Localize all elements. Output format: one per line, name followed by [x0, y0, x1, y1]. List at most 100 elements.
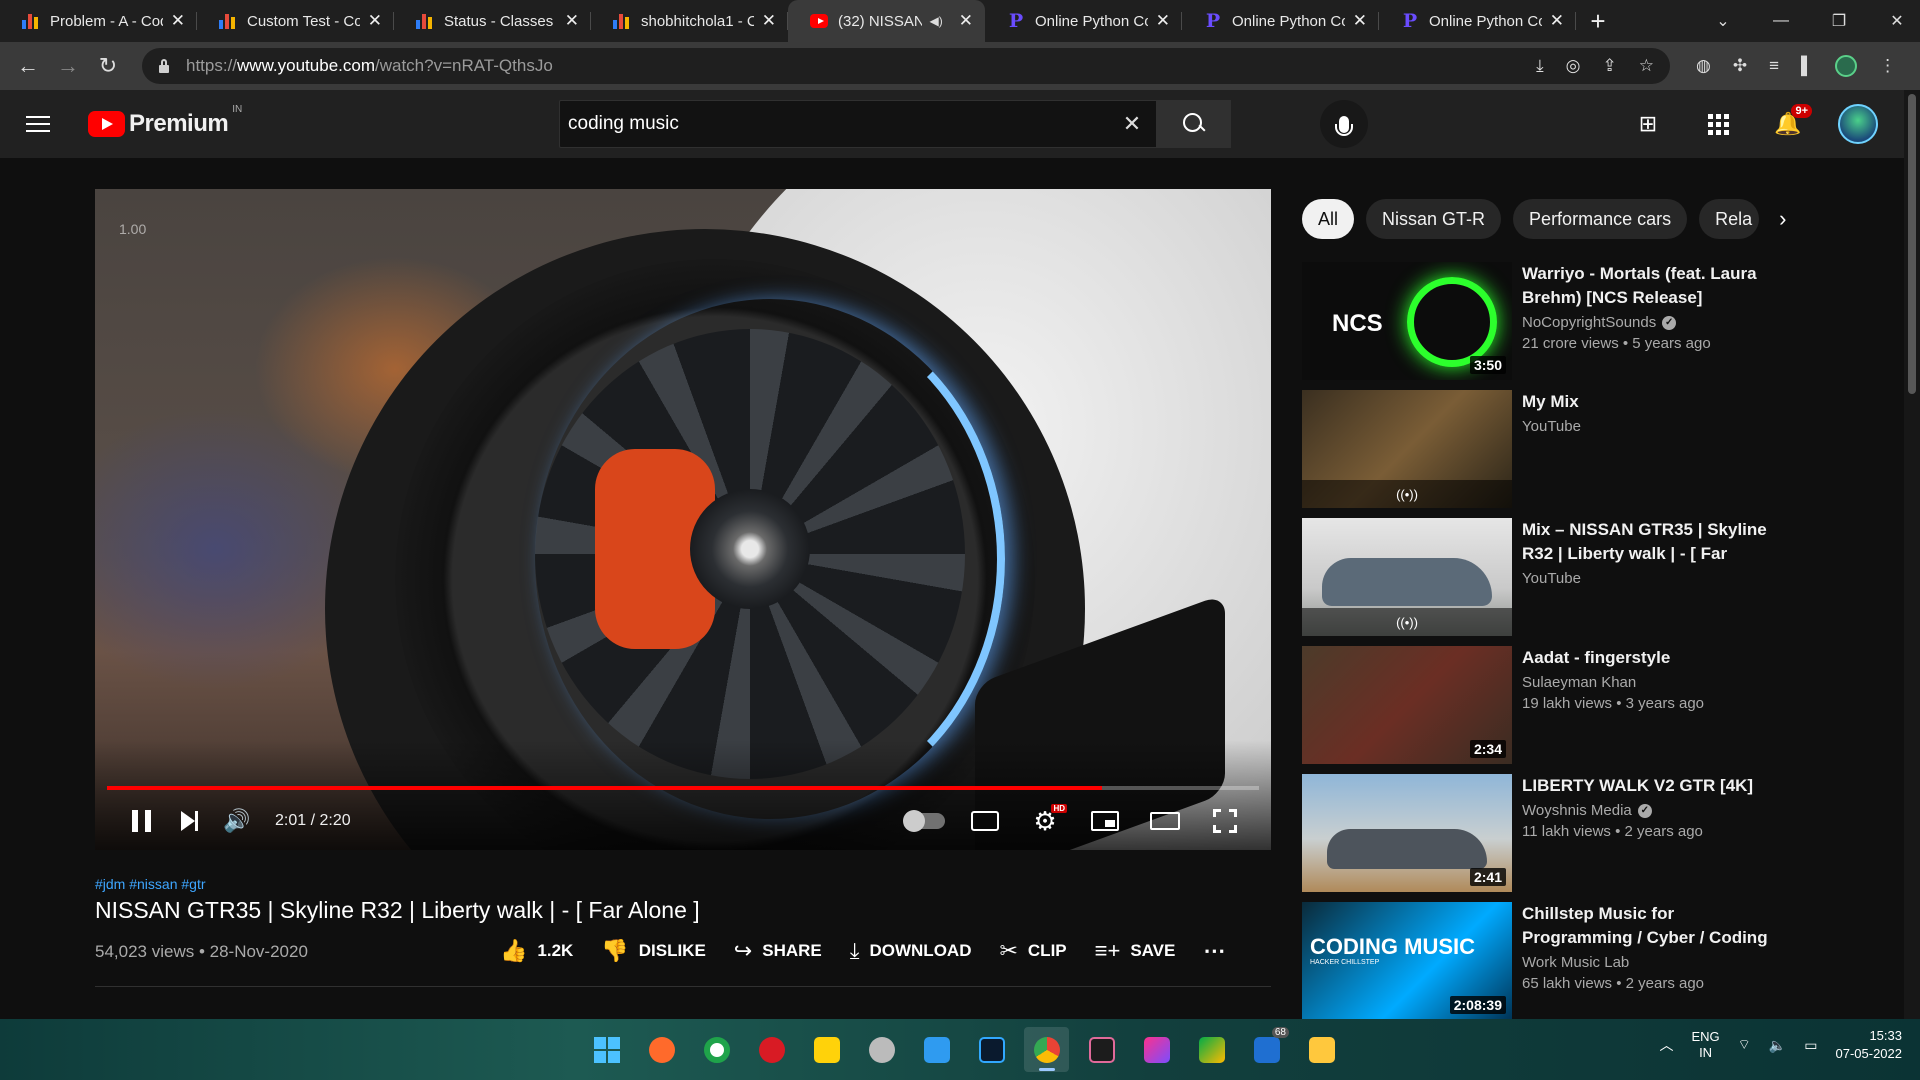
chrome-icon[interactable]	[1024, 1027, 1069, 1072]
hamburger-menu-icon[interactable]	[26, 104, 66, 144]
tab-search-chevron-icon[interactable]: ⌄	[1700, 0, 1746, 42]
terminal-icon[interactable]	[1079, 1027, 1124, 1072]
battery-icon[interactable]: ▭	[1804, 1037, 1817, 1054]
video-thumbnail[interactable]: 2:41	[1302, 774, 1512, 892]
chip-related[interactable]: Rela	[1699, 199, 1760, 239]
tab-close-icon[interactable]: ✕	[1156, 11, 1170, 31]
browser-tab[interactable]: P Online Python Compiler ✕	[1379, 0, 1576, 42]
autoplay-toggle[interactable]	[901, 798, 949, 844]
search-button[interactable]	[1157, 100, 1231, 148]
tracking-eye-icon[interactable]: ◎	[1566, 56, 1581, 76]
recommendation-item[interactable]: ((•)) My Mix YouTube	[1302, 390, 1902, 518]
theater-mode-button[interactable]	[1141, 798, 1189, 844]
forward-arrow-icon[interactable]: →	[50, 48, 86, 84]
language-indicator[interactable]: ENG IN	[1691, 1029, 1719, 1061]
red-hex-app-icon[interactable]	[749, 1027, 794, 1072]
browser-tab[interactable]: Custom Test - Codeforces ✕	[197, 0, 394, 42]
video-thumbnail[interactable]: ((•))	[1302, 390, 1512, 508]
tab-close-icon[interactable]: ✕	[1353, 11, 1367, 31]
tab-close-icon[interactable]: ✕	[762, 11, 776, 31]
meet-app-icon[interactable]	[1189, 1027, 1234, 1072]
channel-name[interactable]: Work Music Lab	[1522, 954, 1782, 971]
download-button[interactable]: ⤓ DOWNLOAD	[850, 938, 972, 964]
vscode-icon[interactable]	[914, 1027, 959, 1072]
chip-all[interactable]: All	[1302, 199, 1355, 239]
recommendation-title[interactable]: My Mix	[1522, 390, 1782, 414]
recommendation-title[interactable]: Mix – NISSAN GTR35 | Skyline R32 | Liber…	[1522, 518, 1782, 566]
volume-button[interactable]: 🔊	[213, 798, 261, 844]
page-scrollbar[interactable]	[1904, 90, 1920, 1019]
recommendation-title[interactable]: Warriyo - Mortals (feat. Laura Brehm) [N…	[1522, 262, 1782, 310]
recommendation-item[interactable]: CODING MUSIC HACKER CHILLSTEP 2:08:39 Chi…	[1302, 902, 1902, 1030]
mask-app-icon[interactable]	[859, 1027, 904, 1072]
green-app-icon[interactable]	[694, 1027, 739, 1072]
tab-close-icon[interactable]: ✕	[368, 11, 382, 31]
extension-icon[interactable]: ◍	[1696, 56, 1711, 76]
volume-icon[interactable]: 🔈	[1769, 1037, 1786, 1054]
browser-tab[interactable]: P Online Python Compiler ✕	[1182, 0, 1379, 42]
clock[interactable]: 15:33 07-05-2022	[1836, 1027, 1903, 1063]
channel-name[interactable]: Sulaeyman Khan	[1522, 674, 1782, 691]
video-thumbnail[interactable]: CODING MUSIC HACKER CHILLSTEP 2:08:39	[1302, 902, 1512, 1020]
voice-search-button[interactable]	[1320, 100, 1368, 148]
back-arrow-icon[interactable]: ←	[10, 48, 46, 84]
account-avatar[interactable]	[1838, 104, 1878, 144]
miniplayer-button[interactable]	[1081, 798, 1129, 844]
show-hidden-icons-chevron-icon[interactable]: ︿	[1659, 1035, 1673, 1055]
address-bar[interactable]: https://www.youtube.com/watch?v=nRAT-Qth…	[142, 48, 1670, 84]
scrollbar-thumb[interactable]	[1908, 94, 1916, 394]
search-input[interactable]	[568, 113, 1116, 135]
pause-button[interactable]	[117, 798, 165, 844]
chip-performance-cars[interactable]: Performance cars	[1513, 199, 1688, 239]
browser-tab-active[interactable]: (32) NISSAN GTR35 ◀) ✕	[788, 0, 985, 42]
channel-name[interactable]: YouTube	[1522, 418, 1782, 435]
url-text[interactable]: https://www.youtube.com/watch?v=nRAT-Qth…	[186, 56, 553, 76]
channel-name[interactable]: Woyshnis Media ✓	[1522, 802, 1782, 819]
youtube-premium-logo[interactable]: Premium IN	[88, 104, 242, 138]
intellij-icon[interactable]	[1134, 1027, 1179, 1072]
puzzle-extensions-icon[interactable]: ✣	[1733, 56, 1747, 76]
recommendation-title[interactable]: Aadat - fingerstyle	[1522, 646, 1782, 670]
chip-nissan-gtr[interactable]: Nissan GT-R	[1366, 199, 1502, 239]
media-queue-icon[interactable]: ≡	[1769, 56, 1779, 76]
recommendation-title[interactable]: Chillstep Music for Programming / Cyber …	[1522, 902, 1782, 950]
profile-avatar[interactable]	[1835, 55, 1858, 77]
maximize-icon[interactable]: ❐	[1816, 0, 1862, 42]
share-button[interactable]: ↪ SHARE	[734, 938, 822, 964]
fullscreen-button[interactable]	[1201, 798, 1249, 844]
apps-grid-icon[interactable]	[1698, 104, 1738, 144]
more-actions-icon[interactable]: ⋯	[1203, 938, 1227, 964]
next-button[interactable]	[165, 798, 213, 844]
side-panel-icon[interactable]: ▌	[1801, 56, 1813, 76]
photoshop-icon[interactable]	[969, 1027, 1014, 1072]
start-windows-icon[interactable]	[584, 1027, 629, 1072]
close-window-icon[interactable]: ✕	[1874, 0, 1920, 42]
compass-app-icon[interactable]	[639, 1027, 684, 1072]
notifications-bell-icon[interactable]: 🔔 9+	[1768, 104, 1812, 144]
settings-button[interactable]: ⚙ HD	[1021, 798, 1069, 844]
create-video-icon[interactable]: ⊞	[1628, 104, 1668, 144]
dislike-button[interactable]: 👎 DISLIKE	[601, 938, 705, 964]
subtitles-button[interactable]	[961, 798, 1009, 844]
like-button[interactable]: 👍 1.2K	[500, 938, 573, 964]
channel-name[interactable]: NoCopyrightSounds ✓	[1522, 314, 1782, 331]
video-thumbnail[interactable]: NCS 3:50	[1302, 262, 1512, 380]
video-thumbnail[interactable]: ((•))	[1302, 518, 1512, 636]
clip-button[interactable]: ✂ CLIP	[999, 938, 1066, 964]
video-hashtags[interactable]: #jdm #nissan #gtr	[95, 876, 206, 892]
clear-search-icon[interactable]: ✕	[1116, 111, 1148, 137]
progress-bar[interactable]	[107, 786, 1259, 790]
browser-tab[interactable]: Problem - A - Codeforces ✕	[0, 0, 197, 42]
kebab-menu-icon[interactable]: ⋮	[1879, 56, 1896, 76]
browser-tab[interactable]: shobhitchola1 - Codeforces ✕	[591, 0, 788, 42]
wifi-icon[interactable]: ⌔	[1738, 1036, 1751, 1054]
chevron-right-icon[interactable]: ›	[1779, 206, 1786, 232]
recommendation-item[interactable]: 2:41 LIBERTY WALK V2 GTR [4K] Woyshnis M…	[1302, 774, 1902, 902]
file-explorer-icon[interactable]	[1299, 1027, 1344, 1072]
tab-close-icon[interactable]: ✕	[171, 11, 185, 31]
tab-close-icon[interactable]: ✕	[959, 11, 973, 31]
speaker-icon[interactable]: ◀)	[930, 14, 943, 28]
browser-tab[interactable]: Status - Classes 1 ✕	[394, 0, 591, 42]
video-player[interactable]: 1.00 🔊 2:01 / 2:20 ⚙ HD	[95, 189, 1271, 850]
reload-icon[interactable]: ↻	[90, 48, 126, 84]
